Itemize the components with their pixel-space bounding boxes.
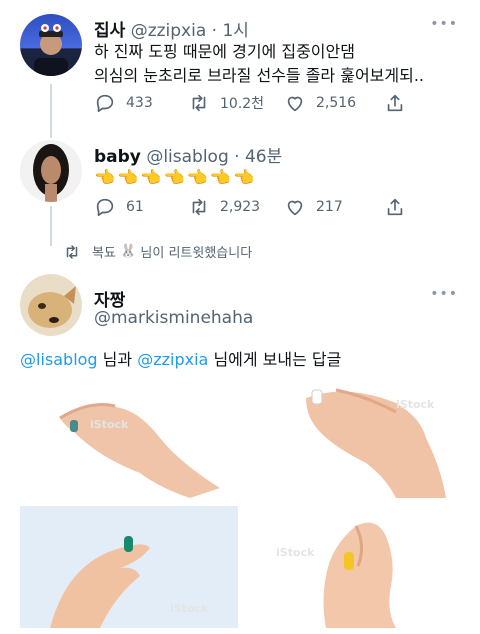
avatar[interactable]	[20, 14, 82, 76]
watermark-text: iStock	[396, 398, 435, 411]
retweet-button[interactable]: 2,923	[188, 196, 260, 218]
reply-connector: 님과	[102, 350, 133, 369]
handle[interactable]: @zzipxia	[131, 21, 207, 41]
share-button[interactable]	[384, 196, 416, 218]
like-button[interactable]: 217	[284, 196, 343, 218]
retweet-count: 2,923	[220, 199, 261, 215]
share-button[interactable]	[384, 92, 416, 114]
handle[interactable]: @lisablog	[146, 147, 228, 167]
hand-holding-pill-image	[323, 522, 396, 628]
avatar[interactable]	[20, 140, 82, 202]
tweet-text: 👈👈👈👈👈👈👈	[94, 168, 257, 188]
retweeter-name: 복됴	[92, 246, 116, 261]
reply-suffix: 님에게 보내는 답글	[213, 350, 342, 369]
like-count: 217	[316, 199, 343, 215]
retweet-icon	[192, 94, 206, 112]
avatar[interactable]	[20, 274, 82, 336]
thread-line	[50, 206, 52, 246]
action-bar: 433 10.2천 2,516	[94, 92, 464, 116]
avatar-image	[28, 286, 76, 328]
retweet-icon	[66, 244, 78, 259]
avatar-image	[33, 144, 69, 202]
retweet-button[interactable]: 10.2천	[188, 92, 264, 114]
timestamp[interactable]: 1시	[222, 21, 248, 41]
timestamp[interactable]: 46분	[245, 147, 282, 167]
reply-count: 433	[126, 95, 153, 111]
like-count: 2,516	[316, 95, 357, 111]
retweet-icon	[192, 198, 206, 216]
reply-icon	[96, 94, 114, 113]
like-button[interactable]: 2,516	[284, 92, 356, 114]
hand-holding-pill-image	[59, 403, 220, 498]
tweet-handle-row: @markisminehaha	[94, 308, 253, 328]
display-name[interactable]: 집사	[94, 21, 125, 41]
retweeted-by-notice[interactable]: 복됴 🐰 님이 리트윗했습니다	[62, 242, 252, 261]
media-image-1[interactable]: iStock	[20, 378, 238, 498]
watermark-text: iStock	[90, 418, 129, 431]
tweet-2[interactable]: baby @lisablog · 46분 👈👈👈👈👈👈👈 61 2,923 21…	[0, 130, 480, 246]
mention-link[interactable]: @lisablog	[20, 350, 98, 369]
tweet-1[interactable]: 집사 @zzipxia · 1시 ••• 하 진짜 도핑 때문에 경기에 집중이…	[0, 0, 480, 138]
avatar-image	[34, 24, 68, 76]
tweet-header: baby @lisablog · 46분	[94, 142, 282, 167]
media-image-3[interactable]: iStock	[20, 506, 238, 628]
tweet-header: 집사 @zzipxia · 1시	[94, 16, 249, 41]
share-icon	[387, 198, 403, 216]
tweet-text: 하 진짜 도핑 때문에 경기에 집중이안댐 의심의 눈초리로 브라질 선수들 졸…	[94, 40, 424, 88]
retweet-notice-text: 님이 리트윗했습니다	[140, 246, 253, 261]
reply-count: 61	[126, 199, 144, 215]
hand-holding-pill-image	[306, 388, 446, 498]
like-icon	[287, 200, 303, 216]
reply-button[interactable]: 433	[94, 92, 153, 114]
dot-separator: ·	[206, 21, 223, 41]
mention-link[interactable]: @zzipxia	[137, 350, 208, 369]
more-options-icon[interactable]: •••	[430, 286, 458, 302]
display-name[interactable]: baby	[94, 147, 141, 167]
tweet-text-line: 의심의 눈초리로 브라질 선수들 졸라 훑어보게되..	[94, 66, 425, 85]
like-icon	[287, 96, 303, 112]
rabbit-emoji: 🐰	[120, 244, 137, 259]
more-options-icon[interactable]: •••	[430, 16, 458, 32]
reply-button[interactable]: 61	[94, 196, 144, 218]
retweet-count: 10.2천	[220, 96, 265, 112]
watermark-text: iStock	[276, 546, 315, 559]
reply-icon	[96, 198, 114, 217]
watermark-text: iStock	[170, 602, 209, 615]
media-image-2[interactable]: iStock	[246, 378, 460, 498]
replying-to-text: @lisablog 님과 @zzipxia 님에게 보내는 답글	[20, 346, 341, 370]
dot-separator: ·	[228, 147, 245, 167]
media-image-4[interactable]: iStock	[246, 506, 460, 628]
share-icon	[387, 94, 403, 112]
action-bar: 61 2,923 217	[94, 196, 464, 220]
tweet-text-line: 하 진짜 도핑 때문에 경기에 집중이안댐	[94, 42, 355, 61]
handle[interactable]: @markisminehaha	[94, 308, 253, 328]
